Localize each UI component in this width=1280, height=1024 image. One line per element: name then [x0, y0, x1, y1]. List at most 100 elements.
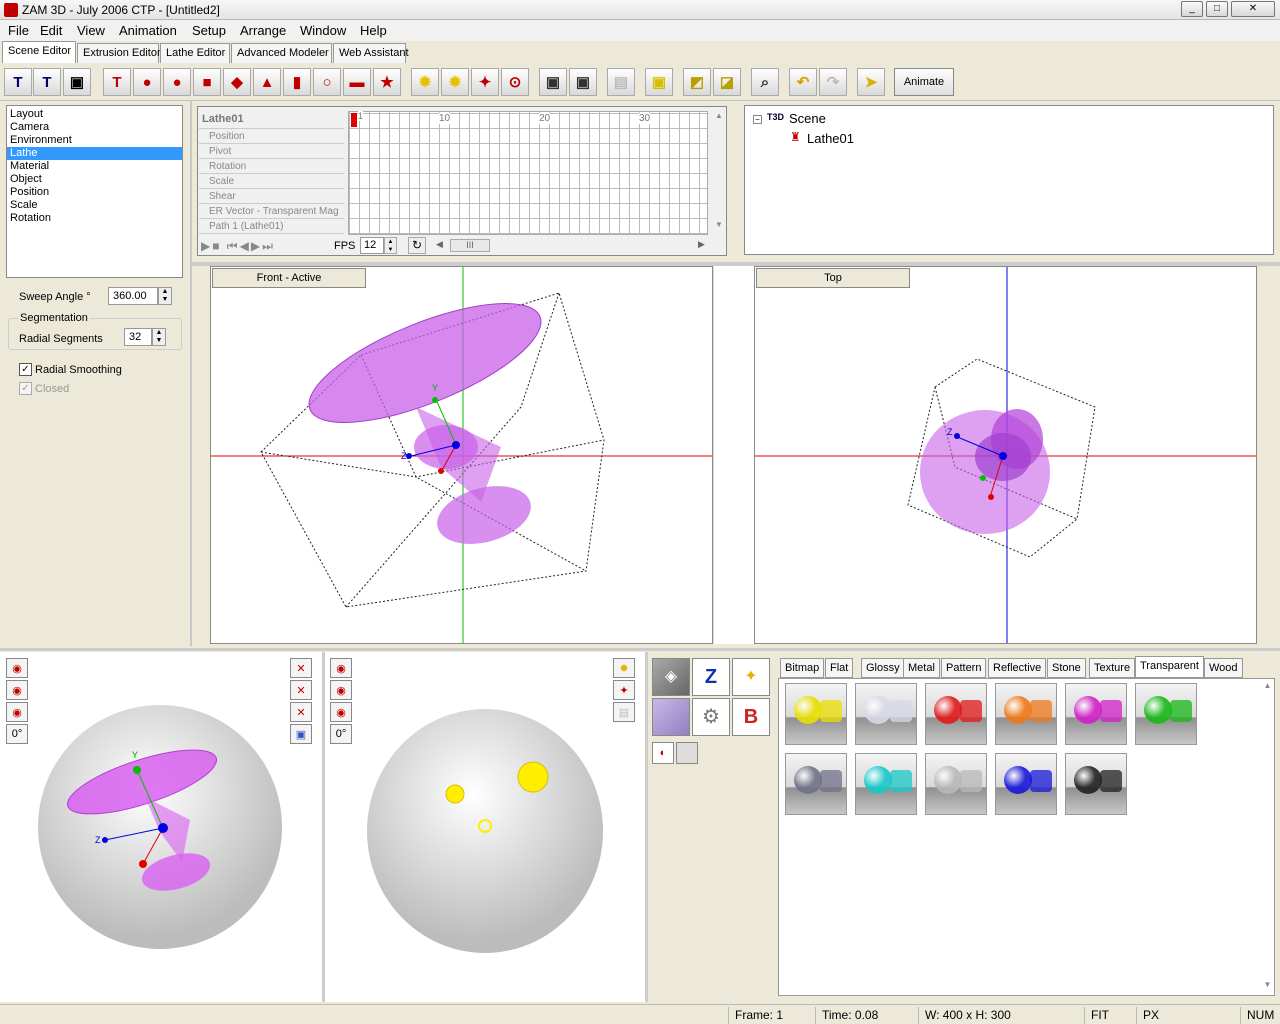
new-scene-icon[interactable]: T — [4, 68, 32, 96]
material-swatch[interactable] — [785, 753, 847, 815]
list-item-lathe[interactable]: Lathe — [7, 147, 182, 160]
fps-input[interactable]: 12 — [360, 237, 384, 254]
material-swatch[interactable] — [1135, 683, 1197, 745]
track-rotation[interactable]: Rotation — [199, 159, 344, 174]
material-tab-pattern[interactable]: Pattern — [941, 658, 987, 678]
view-front-icon[interactable]: ◩ — [683, 68, 711, 96]
material-swatch[interactable] — [995, 683, 1057, 745]
material-swatch[interactable] — [925, 753, 987, 815]
reset-rotation-icon[interactable]: ✕ — [290, 680, 312, 700]
list-item-scale[interactable]: Scale — [7, 199, 182, 212]
loop-icon[interactable]: ↻ — [408, 237, 426, 254]
material-swatch[interactable] — [855, 683, 917, 745]
front-viewport[interactable]: Y Z Front - Active — [210, 266, 713, 644]
list-item-position[interactable]: Position — [7, 186, 182, 199]
view-top-icon[interactable]: ◪ — [713, 68, 741, 96]
material-tab-metal[interactable]: Metal — [903, 658, 940, 678]
pyramid-icon[interactable]: ◆ — [223, 68, 251, 96]
light-icon[interactable]: ✹ — [411, 68, 439, 96]
track-er-vector[interactable]: ER Vector - Transparent Mag — [199, 204, 344, 219]
star-icon[interactable]: ★ — [373, 68, 401, 96]
radial-segments-input[interactable]: 32 — [124, 328, 152, 346]
material-tab-bitmap[interactable]: Bitmap — [780, 658, 825, 678]
track-position[interactable]: Position — [199, 129, 344, 144]
material-swatch[interactable] — [1065, 683, 1127, 745]
rotation-angle-2[interactable]: 0° — [330, 724, 352, 744]
sweep-angle-input[interactable]: 360.00 — [108, 287, 158, 305]
menu-setup[interactable]: Setup — [192, 23, 226, 38]
frame-icon[interactable]: ▣ — [645, 68, 673, 96]
tab-extrusion-editor[interactable]: Extrusion Editor — [77, 43, 161, 63]
list-item-material[interactable]: Material — [7, 160, 182, 173]
material-swatch[interactable] — [925, 683, 987, 745]
light-preset-icon[interactable]: ✦ — [732, 658, 770, 696]
material-tab-reflective[interactable]: Reflective — [988, 658, 1047, 678]
sphere-icon[interactable]: ● — [133, 68, 161, 96]
directional-light-icon[interactable]: ⊙ — [501, 68, 529, 96]
text-style-icon[interactable]: B — [732, 698, 770, 736]
minimize-button[interactable]: _ — [1181, 1, 1203, 17]
text-icon[interactable]: T — [103, 68, 131, 96]
maximize-button[interactable]: □ — [1206, 1, 1228, 17]
material-swatch[interactable] — [1065, 753, 1127, 815]
reset-scale-icon[interactable]: ✕ — [290, 702, 312, 722]
playback-controls[interactable]: ▶■ ⏮◀▶⏭ — [201, 239, 275, 254]
delete-light-icon[interactable]: ✦ — [613, 680, 635, 700]
menu-help[interactable]: Help — [360, 23, 387, 38]
material-swatch[interactable] — [785, 683, 847, 745]
menu-edit[interactable]: Edit — [40, 23, 62, 38]
rotate-y-icon[interactable]: ◉ — [6, 680, 28, 700]
reset-position-icon[interactable]: ✕ — [290, 658, 312, 678]
timeline-grid[interactable] — [348, 111, 708, 235]
menu-file[interactable]: File — [8, 23, 29, 38]
light-rotate-y-icon[interactable]: ◉ — [330, 680, 352, 700]
add-camera-icon[interactable]: ▣ — [569, 68, 597, 96]
reset-all-icon[interactable]: ▣ — [290, 724, 312, 744]
tab-lathe-editor[interactable]: Lathe Editor — [160, 43, 230, 63]
timeline-vscroll[interactable]: ▲ ▼ — [712, 111, 726, 235]
tree-node-scene[interactable]: Scene — [789, 111, 826, 126]
material-ball-icon[interactable]: ◐ — [652, 742, 674, 764]
rotate-x-icon[interactable]: ◉ — [6, 658, 28, 678]
radial-segments-spinner[interactable]: ▲ ▼ — [152, 328, 166, 346]
radial-smoothing-checkbox[interactable]: ✓ — [19, 363, 32, 376]
list-item-environment[interactable]: Environment — [7, 134, 182, 147]
spot-light-icon[interactable]: ✹ — [441, 68, 469, 96]
scroll-right-icon[interactable]: ▶ — [698, 239, 705, 250]
cube-icon[interactable]: ■ — [193, 68, 221, 96]
environment-preset-icon[interactable] — [652, 698, 690, 736]
object-trackball[interactable]: Y Z — [30, 702, 290, 952]
grid-icon[interactable] — [676, 742, 698, 764]
undo-icon[interactable]: ↶ — [789, 68, 817, 96]
remove-light-icon[interactable]: ✦ — [471, 68, 499, 96]
menu-arrange[interactable]: Arrange — [240, 23, 286, 38]
top-viewport[interactable]: Z Top — [754, 266, 1257, 644]
track-shear[interactable]: Shear — [199, 189, 344, 204]
list-item-rotation[interactable]: Rotation — [7, 212, 182, 225]
list-item-layout[interactable]: Layout — [7, 108, 182, 121]
light-trackball[interactable] — [363, 704, 613, 954]
zoom-icon[interactable]: ⌕ — [751, 68, 779, 96]
sphere-bevel-icon[interactable]: ● — [163, 68, 191, 96]
list-item-camera[interactable]: Camera — [7, 121, 182, 134]
light-rotate-z-icon[interactable]: ◉ — [330, 702, 352, 722]
material-swatch[interactable] — [855, 753, 917, 815]
list-item-object[interactable]: Object — [7, 173, 182, 186]
menu-animation[interactable]: Animation — [119, 23, 177, 38]
cylinder-icon[interactable]: ▮ — [283, 68, 311, 96]
timeline-playhead[interactable] — [351, 113, 357, 127]
material-tab-transparent[interactable]: Transparent — [1135, 656, 1204, 678]
top-viewport-tab[interactable]: Top — [756, 268, 910, 288]
rotate-z-icon[interactable]: ◉ — [6, 702, 28, 722]
pointer-icon[interactable]: ➤ — [857, 68, 885, 96]
scroll-left-icon[interactable]: ◀ — [436, 239, 443, 250]
tab-scene-editor[interactable]: Scene Editor — [2, 41, 76, 63]
fps-spinner[interactable]: ▲ ▼ — [384, 237, 397, 254]
track-pivot[interactable]: Pivot — [199, 144, 344, 159]
tab-advanced-modeler[interactable]: Advanced Modeler — [231, 43, 332, 63]
bevel-preset-icon[interactable]: ⚙ — [692, 698, 730, 736]
bottom-splitter[interactable] — [0, 648, 1280, 651]
menu-window[interactable]: Window — [300, 23, 346, 38]
sweep-angle-spinner[interactable]: ▲ ▼ — [158, 287, 172, 305]
tree-node-lathe01[interactable]: Lathe01 — [807, 131, 854, 146]
